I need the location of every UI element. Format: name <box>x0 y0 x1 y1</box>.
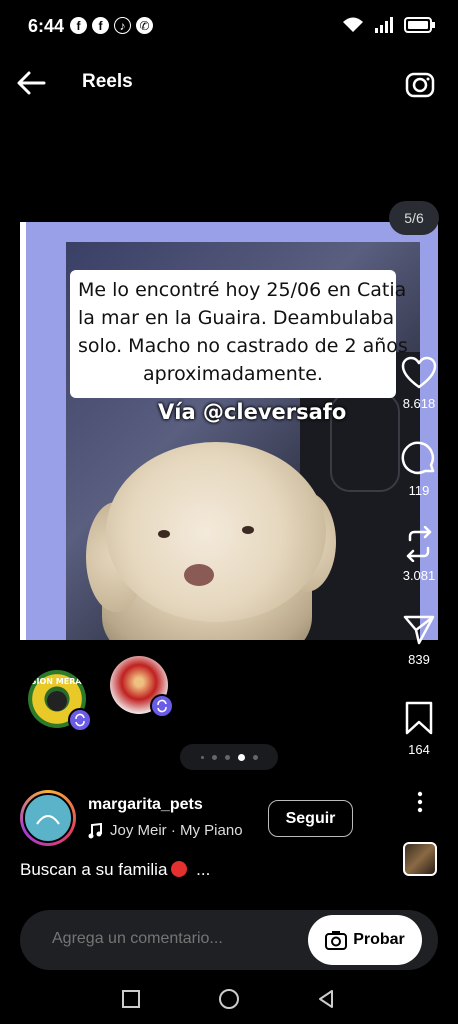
collaborator-avatar[interactable] <box>110 656 174 718</box>
heart-icon[interactable] <box>401 356 437 390</box>
dog-head <box>106 442 326 622</box>
author-logo-icon <box>36 815 60 825</box>
battery-icon <box>404 17 435 33</box>
send-icon[interactable] <box>402 612 436 646</box>
comment-input[interactable] <box>52 930 292 948</box>
tiktok-icon: ♪ <box>114 17 131 34</box>
repost-action[interactable]: 3.081 <box>394 526 444 583</box>
music-note-icon <box>88 822 102 838</box>
comment-icon[interactable] <box>401 441 437 477</box>
post-caption[interactable]: Buscan a su familia ... <box>20 860 210 880</box>
image-caption-line: la mar en la Guaira. Deambulaba <box>78 307 395 329</box>
save-count: 164 <box>408 742 430 757</box>
image-border <box>20 222 26 640</box>
page-dot <box>200 755 204 759</box>
status-app-icons: f f ♪ ✆ <box>70 17 153 34</box>
back-arrow-icon[interactable] <box>14 68 48 98</box>
save-action[interactable]: 164 <box>394 700 444 757</box>
signal-icon <box>375 17 393 33</box>
share-count: 839 <box>408 652 430 667</box>
dog-eye <box>158 530 170 538</box>
comment-action[interactable]: 119 <box>394 441 444 498</box>
collab-sync-icon <box>68 708 92 732</box>
music-attribution[interactable]: Joy Meir · My Piano <box>88 822 243 839</box>
try-label: Probar <box>353 931 405 948</box>
collab-sync-icon <box>150 694 174 718</box>
music-label: Joy Meir · My Piano <box>110 822 243 839</box>
like-action[interactable]: 8.618 <box>394 356 444 411</box>
image-caption-line: solo. Macho no castrado de 2 años <box>78 335 408 357</box>
comment-count: 119 <box>408 483 430 498</box>
image-caption-box: Me lo encontré hoy 25/06 en Catia la mar… <box>70 270 408 398</box>
camera-icon <box>325 931 348 950</box>
image-caption-line: aproximadamente. <box>143 363 323 385</box>
author-avatar-image <box>23 793 73 843</box>
bookmark-icon[interactable] <box>404 700 434 736</box>
status-time: 6:44 <box>28 16 65 36</box>
camera-icon[interactable] <box>404 68 436 100</box>
image-watermark: Vía @cleversafo <box>158 400 347 424</box>
image-caption-line: Me lo encontré hoy 25/06 en Catia <box>78 279 407 301</box>
page-title: Reels <box>82 71 133 92</box>
repost-icon[interactable] <box>402 526 436 562</box>
follow-button[interactable]: Seguir <box>268 800 353 837</box>
page-dot-active <box>237 753 245 761</box>
dog-nose <box>184 564 214 586</box>
wifi-icon <box>343 17 363 32</box>
share-action[interactable]: 839 <box>394 612 444 667</box>
author-username[interactable]: margarita_pets <box>88 796 203 814</box>
red-circle-emoji <box>171 861 188 877</box>
facebook-icon: f <box>92 17 109 34</box>
carousel-counter: 5/6 <box>389 201 439 235</box>
page-dot <box>252 754 258 760</box>
back-nav-icon[interactable] <box>314 987 338 1011</box>
home-icon[interactable] <box>217 987 241 1011</box>
collaborator-avatar[interactable]: MISION MERAKO <box>28 670 92 732</box>
facebook-messenger-icon: f <box>70 17 87 34</box>
repost-count: 3.081 <box>402 568 436 583</box>
caption-more[interactable]: ... <box>196 860 210 879</box>
caption-text: Buscan a su familia <box>20 860 168 879</box>
reels-header: Reels <box>0 58 458 108</box>
status-bar: 6:44 f f ♪ ✆ <box>0 0 458 56</box>
carousel-pagination <box>180 744 278 770</box>
more-options-icon[interactable] <box>410 790 430 814</box>
dog-eye <box>242 526 254 534</box>
system-nav-bar <box>0 975 458 1024</box>
audio-thumbnail[interactable] <box>403 842 437 876</box>
author-avatar[interactable] <box>20 790 76 846</box>
recent-apps-icon[interactable] <box>119 987 143 1011</box>
whatsapp-icon: ✆ <box>136 17 153 34</box>
page-dot <box>211 754 217 760</box>
reel-carousel-image[interactable]: Me lo encontré hoy 25/06 en Catia la mar… <box>20 222 438 640</box>
like-count: 8.618 <box>402 396 436 411</box>
collaborator-badge-text: MISION MERAKO <box>28 677 86 686</box>
status-indicators <box>342 16 436 34</box>
try-button[interactable]: Probar <box>308 915 422 965</box>
page-dot <box>224 754 230 760</box>
comment-bar: Probar <box>20 910 438 970</box>
